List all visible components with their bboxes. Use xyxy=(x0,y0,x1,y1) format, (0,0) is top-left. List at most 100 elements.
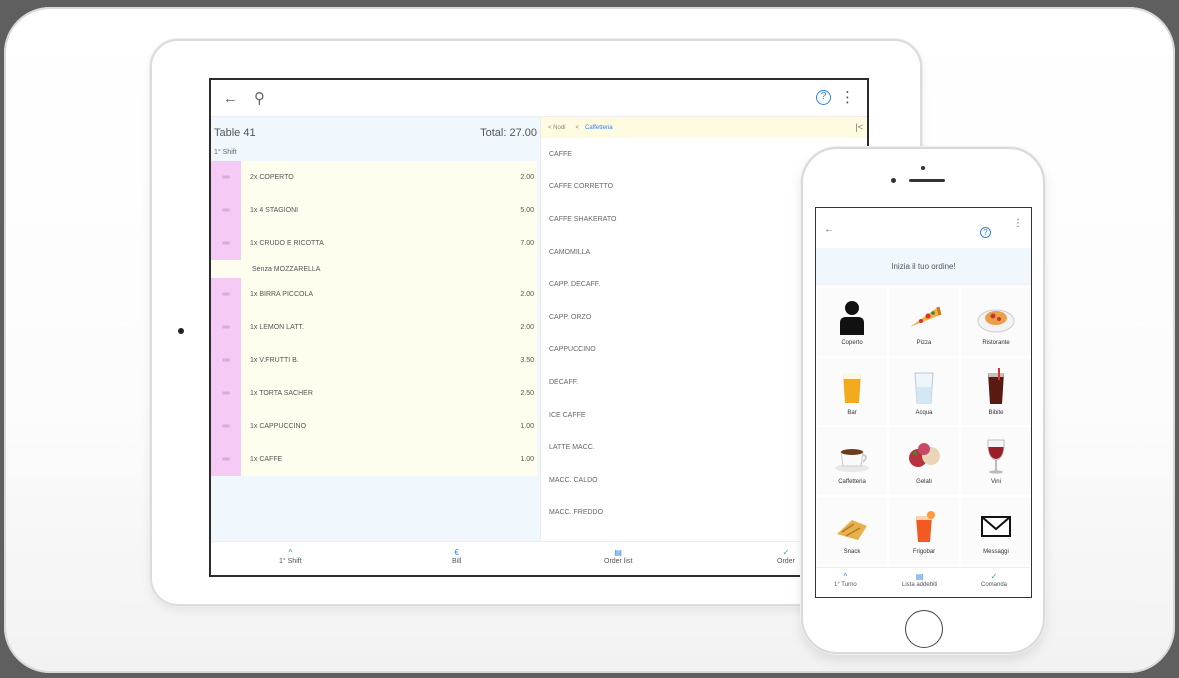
category-label: Ristorante xyxy=(982,340,1010,347)
category-label: Caffetteria xyxy=(838,479,866,486)
back-arrow-icon[interactable]: ← xyxy=(223,90,238,107)
more-vertical-icon[interactable]: ⋮ xyxy=(1013,218,1023,229)
check-icon: ✓ xyxy=(990,572,998,581)
wine-glass-icon xyxy=(976,436,1016,476)
phone-top-bar: ← ? ⋮ xyxy=(816,208,1031,248)
device-showcase: ← ⚲ ? ⋮ Table 41 Total: 27.00 1° Shift ═… xyxy=(4,7,1175,673)
category-tile[interactable]: Vini xyxy=(961,427,1031,495)
nav-lista-label: Lista addebiti xyxy=(902,582,938,588)
drag-handle-icon[interactable]: ═ xyxy=(211,443,241,476)
chevron-up-icon: ^ xyxy=(288,548,293,557)
order-row[interactable]: ═ 1x CAFFE 1.00 xyxy=(211,443,537,476)
nav-shift[interactable]: ^ 1° Shift xyxy=(279,548,302,565)
snack-icon xyxy=(832,506,872,546)
nav-comanda-label: Comanda xyxy=(981,582,1008,588)
nav-turno-label: 1° Turno xyxy=(834,582,857,588)
nav-order-list[interactable]: ▤ Order list xyxy=(604,548,632,565)
category-label: Coperto xyxy=(841,340,863,347)
order-item-name: 1x 4 STAGIONI xyxy=(250,207,299,214)
category-tile[interactable]: Snack xyxy=(817,496,887,564)
water-glass-icon xyxy=(904,367,944,407)
back-arrow-icon[interactable]: ← xyxy=(824,224,834,235)
search-icon[interactable]: ⚲ xyxy=(254,89,265,107)
nav-bill[interactable]: € Bill xyxy=(452,548,461,565)
tablet-home-dot xyxy=(178,328,184,334)
table-label: Table 41 xyxy=(214,127,256,139)
category-label: Bibite xyxy=(988,409,1004,416)
phone-device: ← ? ⋮ Inizia il tuo ordine! Coperto Pizza… xyxy=(801,147,1045,654)
pizza-icon xyxy=(904,297,944,337)
category-tile[interactable]: Bibite xyxy=(961,357,1031,425)
tablet-screen: ← ⚲ ? ⋮ Table 41 Total: 27.00 1° Shift ═… xyxy=(209,78,869,577)
beer-glass-icon xyxy=(832,367,872,407)
category-label: Snack xyxy=(843,548,861,555)
nav-turno[interactable]: ^ 1° Turno xyxy=(834,572,857,588)
order-row[interactable]: ═ 1x BIRRA PICCOLA 2.00 xyxy=(211,278,537,311)
tablet-bottom-nav: ^ 1° Shift € Bill ▤ Order list ✓ Order xyxy=(211,541,867,575)
collapse-icon[interactable]: |< xyxy=(855,122,863,132)
order-item-price: 3.50 xyxy=(520,357,534,364)
phone-home-button[interactable] xyxy=(905,610,943,648)
phone-bottom-nav: ^ 1° Turno ▤ Lista addebiti ✓ Comanda xyxy=(816,567,1030,597)
nav-order-label: Order xyxy=(777,558,795,565)
ice-cream-icon xyxy=(904,436,944,476)
tablet-top-bar: ← ⚲ ? ⋮ xyxy=(211,80,867,117)
order-item-name: 1x CAPPUCCINO xyxy=(250,423,307,430)
order-item-price: 5.00 xyxy=(520,207,534,214)
list-icon: ▤ xyxy=(614,548,622,557)
phone-speaker xyxy=(909,179,945,182)
phone-header: Inizia il tuo ordine! xyxy=(816,248,1031,285)
category-tile[interactable]: Caffetteria xyxy=(817,427,887,495)
drag-handle-icon[interactable]: ═ xyxy=(211,278,241,311)
category-tile[interactable]: Gelati xyxy=(889,427,959,495)
order-row[interactable]: ═ 1x CAPPUCCINO 1.00 xyxy=(211,410,537,443)
drag-handle-icon[interactable]: ═ xyxy=(211,161,241,194)
shift-label: 1° Shift xyxy=(214,149,237,156)
order-item-name: 1x CRUDO E RICOTTA xyxy=(250,240,324,247)
order-item-price: 2.50 xyxy=(520,390,534,397)
drag-handle-icon[interactable]: ═ xyxy=(211,311,241,344)
drag-handle-icon[interactable]: ═ xyxy=(211,410,241,443)
order-item-name: 2x COPERTO xyxy=(250,174,294,181)
breadcrumb-root[interactable]: Nodi xyxy=(553,125,565,131)
order-row[interactable]: ═ 1x LEMON LATT. 2.00 xyxy=(211,311,537,344)
help-icon[interactable]: ? xyxy=(980,227,991,238)
order-row[interactable]: ═ 1x CRUDO E RICOTTA 7.00 xyxy=(211,227,537,260)
category-label: Messaggi xyxy=(983,548,1009,555)
nav-comanda[interactable]: ✓ Comanda xyxy=(981,572,1007,588)
order-row[interactable]: ═ 1x TORTA SACHER 2.50 xyxy=(211,377,537,410)
category-tile[interactable]: Pizza xyxy=(889,288,959,356)
drag-handle-icon[interactable]: ═ xyxy=(211,377,241,410)
category-label: Bar xyxy=(847,409,857,416)
category-grid: Coperto Pizza Ristorante Bar Acqua Bibite Caff… xyxy=(817,288,1031,564)
envelope-icon xyxy=(976,506,1016,546)
nav-order[interactable]: ✓ Order xyxy=(777,548,795,565)
order-item-name: 1x TORTA SACHER xyxy=(250,390,313,397)
more-vertical-icon[interactable]: ⋮ xyxy=(840,88,855,106)
drag-handle-icon[interactable]: ═ xyxy=(211,194,241,227)
drag-handle-icon[interactable]: ═ xyxy=(211,227,241,260)
drag-handle-icon[interactable]: ═ xyxy=(211,344,241,377)
euro-icon: € xyxy=(454,548,459,557)
category-tile[interactable]: Acqua xyxy=(889,357,959,425)
category-tile[interactable]: Bar xyxy=(817,357,887,425)
category-tile[interactable]: Frigobar xyxy=(889,496,959,564)
nav-shift-label: 1° Shift xyxy=(279,558,302,565)
order-row[interactable]: ═ 1x 4 STAGIONI 5.00 xyxy=(211,194,537,227)
help-icon[interactable]: ? xyxy=(816,90,831,105)
category-label: Acqua xyxy=(915,409,933,416)
nav-order-list-label: Order list xyxy=(604,558,633,565)
order-row[interactable]: ═ 1x V.FRUTTI B. 3.50 xyxy=(211,344,537,377)
list-icon: ▤ xyxy=(915,572,924,581)
order-pane: Table 41 Total: 27.00 1° Shift ═ 2x COPER… xyxy=(211,117,541,541)
chevron-left-icon[interactable]: < xyxy=(576,125,580,131)
cola-glass-icon xyxy=(976,367,1016,407)
order-row[interactable]: ═ 2x COPERTO 2.00 xyxy=(211,161,537,194)
person-icon xyxy=(832,297,872,337)
phone-sensor xyxy=(891,178,896,183)
category-tile[interactable]: Messaggi xyxy=(961,496,1031,564)
category-tile[interactable]: Ristorante xyxy=(961,288,1031,356)
nav-lista[interactable]: ▤ Lista addebiti xyxy=(902,572,937,588)
order-item-name: 1x V.FRUTTI B. xyxy=(250,357,299,364)
category-tile[interactable]: Coperto xyxy=(817,288,887,356)
